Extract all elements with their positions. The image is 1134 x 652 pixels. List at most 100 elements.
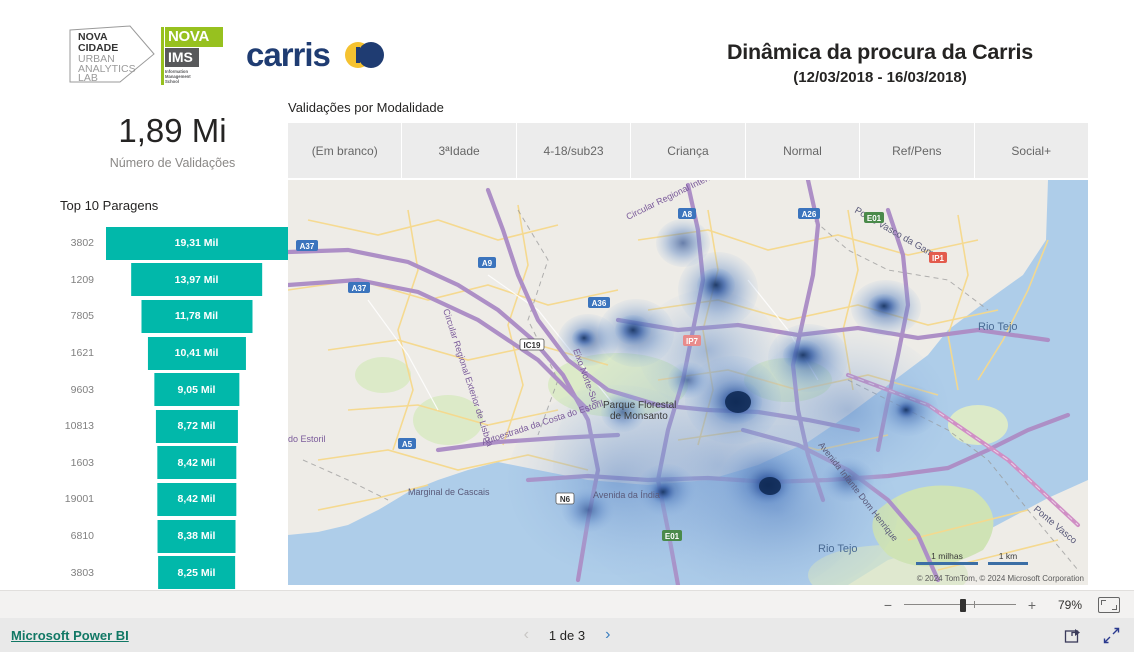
bar-category-label: 6810	[70, 530, 94, 543]
bar-fill[interactable]: 8,38 Mil	[157, 519, 236, 553]
map-shield-a9: A9	[478, 257, 496, 268]
page-navigation: ‹ 1 de 3 ›	[524, 626, 611, 644]
slicer-item-1[interactable]: 3ªIdade	[402, 123, 516, 178]
slicer-item-5[interactable]: Ref/Pens	[860, 123, 974, 178]
carris-symbol-icon	[344, 40, 386, 70]
power-bi-report-window: NOVA CIDADE URBAN ANALYTICS LAB NOVA IMS…	[0, 0, 1134, 652]
svg-text:A5: A5	[402, 440, 413, 449]
map-scale-km-label: 1 km	[998, 551, 1018, 561]
map-scale-km: 1 km	[988, 551, 1028, 565]
map-label-rio-tejo-1: Rio Tejo	[818, 543, 858, 555]
svg-text:IP1: IP1	[932, 254, 945, 263]
slicer-item-4[interactable]: Normal	[745, 123, 860, 178]
bar-row[interactable]: 7805 11,78 Mil	[55, 298, 290, 335]
svg-text:N6: N6	[560, 495, 571, 504]
previous-page-button[interactable]: ‹	[524, 626, 529, 644]
map-shield-a8: A8	[678, 208, 696, 219]
map-scale-miles-label: 1 milhas	[931, 551, 963, 561]
nova-ims-nova-text: NOVA	[165, 27, 223, 47]
map-shield-a37-2: A37	[348, 282, 370, 293]
svg-text:A26: A26	[802, 210, 817, 219]
footer-actions	[1064, 627, 1120, 644]
map-label-monsanto-1: Parque Florestal	[603, 400, 676, 411]
zoom-slider-tick	[974, 600, 975, 608]
carris-logo: carris	[246, 36, 386, 74]
bar-track: 8,72 Mil	[103, 409, 290, 443]
nova-cidade-urban-analytics-lab-logo: NOVA CIDADE URBAN ANALYTICS LAB	[68, 24, 156, 86]
map-tiles: Rio Tejo Rio Tejo Parque Florestal de Mo…	[288, 180, 1088, 585]
svg-text:A37: A37	[352, 284, 367, 293]
nova-ims-subtitle: Information Management School	[165, 69, 223, 85]
zoom-slider[interactable]	[904, 598, 1016, 612]
bar-row[interactable]: 6810 8,38 Mil	[55, 518, 290, 555]
zoom-percent-label: 79%	[1057, 597, 1082, 612]
fullscreen-icon[interactable]	[1103, 627, 1120, 644]
slicer-item-0[interactable]: (Em branco)	[288, 123, 402, 178]
map-shield-a36: A36	[588, 297, 610, 308]
nova-ims-ims-text: IMS	[165, 48, 199, 67]
map-scale-bar: 1 milhas 1 km	[916, 551, 1028, 565]
bar-fill[interactable]: 8,72 Mil	[155, 409, 238, 443]
map-shield-e01-1: E01	[662, 530, 682, 541]
slicer-item-2[interactable]: 4-18/sub23	[516, 123, 631, 178]
slicer-item-3[interactable]: Criança	[631, 123, 745, 178]
bar-fill[interactable]: 11,78 Mil	[140, 299, 253, 333]
bar-row[interactable]: 1603 8,42 Mil	[55, 445, 290, 482]
bar-track: 13,97 Mil	[103, 263, 290, 297]
svg-text:LAB: LAB	[78, 72, 98, 84]
bar-fill[interactable]: 10,41 Mil	[147, 336, 246, 370]
map-shield-e01-2: E01	[864, 212, 884, 223]
svg-text:IP7: IP7	[686, 337, 699, 346]
bar-row[interactable]: 1209 13,97 Mil	[55, 262, 290, 299]
bar-row[interactable]: 3802 19,31 Mil	[55, 225, 290, 262]
bar-track: 8,42 Mil	[103, 482, 290, 516]
bar-category-label: 7805	[70, 310, 94, 323]
bar-fill[interactable]: 8,42 Mil	[156, 482, 237, 516]
zoom-slider-thumb[interactable]	[960, 598, 966, 612]
map-shield-ip7: IP7	[683, 335, 701, 346]
map-label-monsanto-2: de Monsanto	[610, 411, 668, 422]
bar-fill[interactable]: 8,25 Mil	[157, 556, 236, 590]
share-icon[interactable]	[1064, 627, 1081, 644]
kpi-card-validations: 1,89 Mi Número de Validações	[55, 112, 290, 170]
bar-track: 8,25 Mil	[103, 556, 290, 590]
map-label-rio-tejo-2: Rio Tejo	[978, 321, 1018, 333]
map-label-marginal: Marginal de Cascais	[408, 487, 490, 497]
bar-row[interactable]: 9603 9,05 Mil	[55, 371, 290, 408]
bar-row[interactable]: 10813 8,72 Mil	[55, 408, 290, 445]
modality-slicer: Validações por Modalidade (Em branco) 3ªI…	[288, 100, 1088, 178]
report-title-block: Dinâmica da procura da Carris (12/03/201…	[640, 40, 1120, 86]
nova-ims-sub-line3: School	[165, 79, 179, 85]
microsoft-power-bi-link[interactable]: Microsoft Power BI	[11, 628, 129, 643]
bar-track: 10,41 Mil	[103, 336, 290, 370]
bar-row[interactable]: 3803 8,25 Mil	[55, 554, 290, 591]
top-stops-bar-chart: Top 10 Paragens 3802 19,31 Mil 1209 13,97 M…	[55, 198, 290, 591]
bar-fill[interactable]: 13,97 Mil	[130, 263, 263, 297]
bar-category-label: 9603	[70, 383, 94, 396]
bar-row[interactable]: 1621 10,41 Mil	[55, 335, 290, 372]
bar-fill[interactable]: 19,31 Mil	[105, 226, 288, 260]
page-indicator: 1 de 3	[548, 627, 586, 643]
bar-category-label: 3803	[70, 566, 94, 579]
bar-rows-container: 3802 19,31 Mil 1209 13,97 Mil 7805 11,78 Mil 1…	[55, 225, 290, 591]
nova-ims-accent-bar	[161, 27, 164, 85]
bar-track: 8,38 Mil	[103, 519, 290, 553]
bar-fill[interactable]: 8,42 Mil	[156, 446, 237, 480]
bar-category-label: 1209	[70, 273, 94, 286]
next-page-button[interactable]: ›	[605, 626, 610, 644]
bar-fill[interactable]: 9,05 Mil	[153, 373, 240, 407]
page-subtitle: (12/03/2018 - 16/03/2018)	[793, 69, 967, 86]
density-map-visual[interactable]: Rio Tejo Rio Tejo Parque Florestal de Mo…	[288, 180, 1088, 585]
bar-row[interactable]: 19001 8,42 Mil	[55, 481, 290, 518]
svg-text:E01: E01	[665, 532, 680, 541]
zoom-in-button[interactable]: +	[1026, 597, 1038, 613]
report-canvas: NOVA CIDADE URBAN ANALYTICS LAB NOVA IMS…	[0, 0, 1134, 590]
zoom-out-button[interactable]: −	[882, 597, 894, 613]
map-shield-ip1: IP1	[929, 252, 947, 263]
page-title: Dinâmica da procura da Carris	[726, 40, 1034, 64]
slicer-item-6[interactable]: Social+	[974, 123, 1088, 178]
nova-ims-logo: NOVA IMS Information Management School	[161, 27, 223, 85]
fit-to-page-button[interactable]	[1098, 596, 1120, 613]
kpi-label: Número de Validações	[109, 156, 236, 170]
bar-track: 11,78 Mil	[103, 299, 290, 333]
